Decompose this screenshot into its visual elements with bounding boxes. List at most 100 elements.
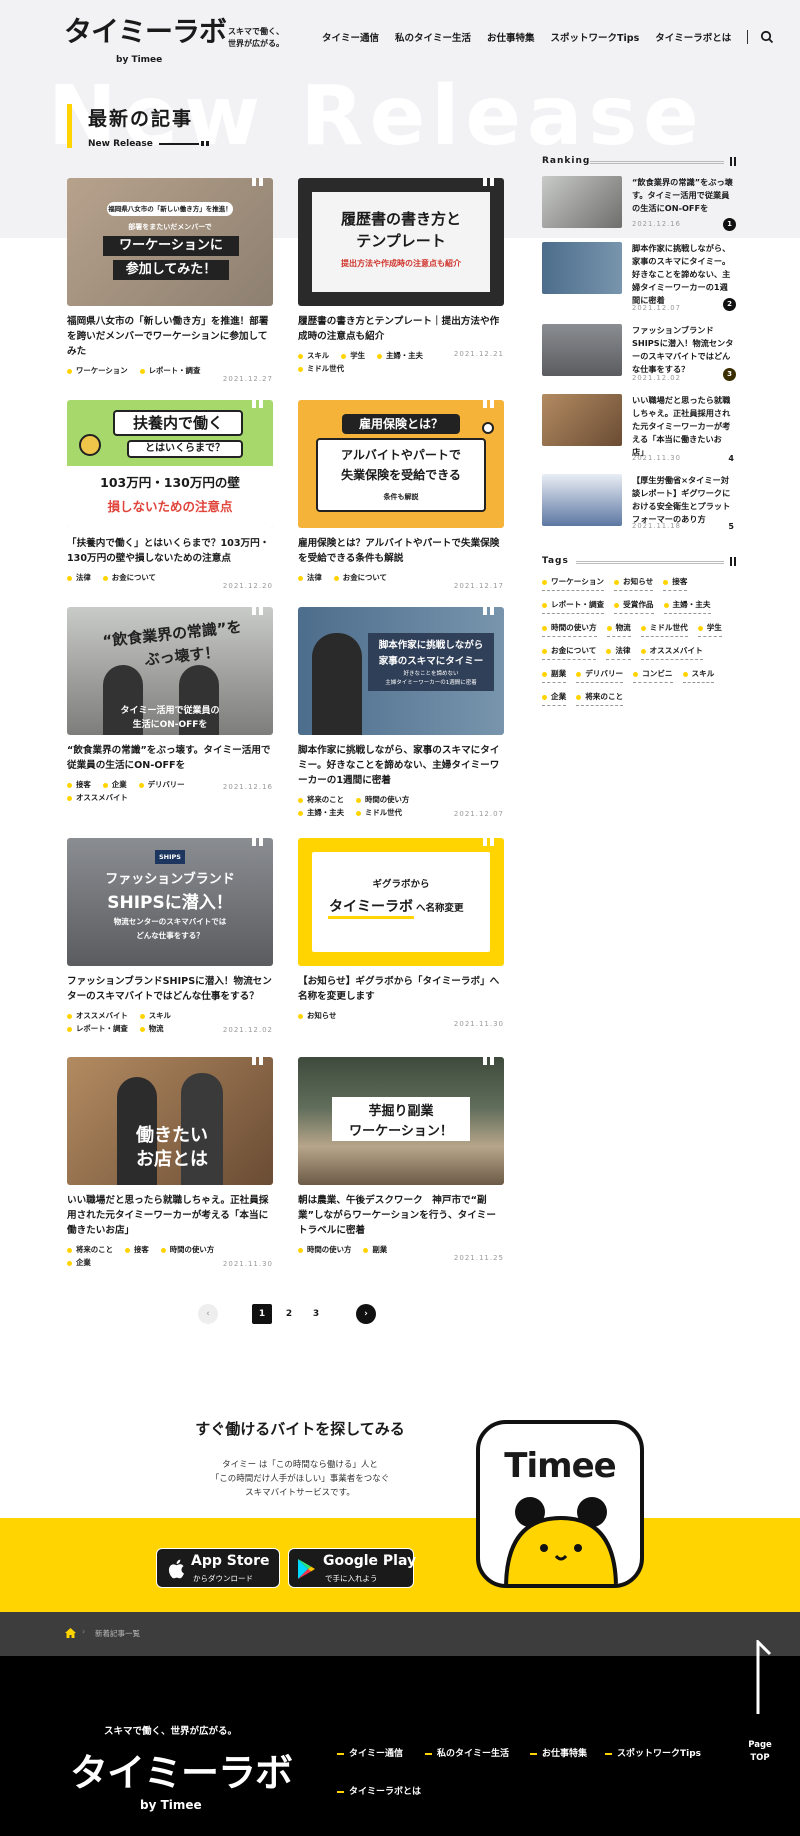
ranking-title[interactable]: “飲食業界の常識”をぶっ壊す。タイミー活用で従業員の生活にON-OFFを	[632, 176, 734, 215]
tag-link[interactable]: 副業	[542, 668, 567, 683]
nav-item-my-timee-life[interactable]: 私のタイミー生活	[395, 30, 471, 44]
nav-item-job-features[interactable]: お仕事特集	[487, 30, 535, 44]
article-card[interactable]: ギグラボから タイミーラボ へ名称変更 【お知らせ】ギグラボから「タイミーラボ」…	[298, 838, 504, 1028]
page-link-current[interactable]: 1	[252, 1304, 272, 1324]
article-tag[interactable]: レポート・調査	[67, 1023, 128, 1034]
article-card[interactable]: 福岡県八女市の「新しい働き方」を推進！ 部署をまたいだメンバーで ワーケーション…	[67, 178, 273, 383]
article-tag[interactable]: お知らせ	[298, 1010, 336, 1021]
nav-item-spotwork-tips[interactable]: スポットワークTips	[551, 30, 640, 44]
article-card[interactable]: 履歴書の書き方と テンプレート 提出方法や作成時の注意点も紹介 履歴書の書き方と…	[298, 178, 504, 374]
ranking-title[interactable]: 【厚生労働省×タイミー対談レポート】ギグワークにおける安全衛生とプラットフォーマ…	[632, 474, 734, 526]
tag-link[interactable]: スキル	[682, 668, 715, 683]
article-thumbnail[interactable]: “飲食業界の常識”を ぶっ壊す！ タイミー活用で従業員の 生活にON-OFFを	[67, 607, 273, 735]
app-store-button[interactable]: App Store からダウンロード	[156, 1548, 280, 1588]
article-tag[interactable]: オススメバイト	[67, 792, 128, 803]
article-tag[interactable]: スキル	[140, 1010, 171, 1021]
article-tag[interactable]: 主婦・主夫	[298, 807, 344, 818]
article-tag[interactable]: 将来のこと	[298, 794, 344, 805]
footer-link-my-timee-life[interactable]: 私のタイミー生活	[425, 1746, 509, 1759]
tag-link[interactable]: オススメバイト	[640, 645, 703, 660]
ranking-item[interactable]: いい職場だと思ったら就職しちゃえ。正社員採用された元タイミーワーカーが考える「本…	[542, 394, 736, 463]
tag-link[interactable]: お金について	[542, 645, 597, 660]
footer-link-job-features[interactable]: お仕事特集	[530, 1746, 587, 1759]
article-title[interactable]: ファッションブランドSHIPSに潜入！物流センターのスキマバイトではどんな仕事を…	[67, 974, 273, 1004]
article-thumbnail[interactable]: 脚本作家に挑戦しながら 家事のスキマにタイミー 好きなことを諦めない 主婦タイミ…	[298, 607, 504, 735]
article-tag[interactable]: ワーケーション	[67, 365, 128, 376]
article-tag[interactable]: 接客	[67, 779, 91, 790]
tag-link[interactable]: コンビニ	[633, 668, 673, 683]
tag-link[interactable]: デリバリー	[576, 668, 624, 683]
article-tag[interactable]: ミドル世代	[356, 807, 402, 818]
search-icon[interactable]	[760, 30, 774, 44]
tag-link[interactable]: ワーケーション	[542, 576, 605, 591]
article-tag[interactable]: ミドル世代	[298, 363, 344, 374]
article-tag[interactable]: スキル	[298, 350, 329, 361]
article-thumbnail[interactable]: ギグラボから タイミーラボ へ名称変更	[298, 838, 504, 966]
tag-link[interactable]: 学生	[697, 622, 722, 637]
tag-link[interactable]: 受賞作品	[614, 599, 654, 614]
ranking-thumbnail[interactable]	[542, 394, 622, 446]
footer-logo[interactable]: タイミーラボ	[70, 1742, 293, 1797]
ranking-item[interactable]: 【厚生労働省×タイミー対談レポート】ギグワークにおける安全衛生とプラットフォーマ…	[542, 474, 736, 531]
tag-link[interactable]: レポート・調査	[542, 599, 605, 614]
article-tag[interactable]: 法律	[298, 572, 322, 583]
next-page-chevron-icon[interactable]: ›	[356, 1304, 376, 1324]
google-play-button[interactable]: Google Play で手に入れよう	[288, 1548, 416, 1588]
article-thumbnail[interactable]: 福岡県八女市の「新しい働き方」を推進！ 部署をまたいだメンバーで ワーケーション…	[67, 178, 273, 306]
home-icon[interactable]	[65, 1628, 76, 1638]
ranking-title[interactable]: 脚本作家に挑戦しながら、家事のスキマにタイミー。好きなことを諦めない、主婦タイミ…	[632, 242, 734, 307]
tag-link[interactable]: 将来のこと	[576, 691, 624, 706]
ranking-item[interactable]: “飲食業界の常識”をぶっ壊す。タイミー活用で従業員の生活にON-OFFを 202…	[542, 176, 736, 232]
footer-link-timee-tsushin[interactable]: タイミー通信	[337, 1746, 403, 1759]
footer-link-about[interactable]: タイミーラボとは	[337, 1784, 421, 1797]
page-link[interactable]: 2	[279, 1304, 299, 1324]
article-thumbnail[interactable]: 扶養内で働く とはいくらまで？ 103万円・130万円の壁 損しないための注意点	[67, 400, 273, 528]
article-thumbnail[interactable]: 雇用保険とは？ アルバイトやパートで 失業保険を受給できる 条件も解説	[298, 400, 504, 528]
nav-item-timee-tsushin[interactable]: タイミー通信	[322, 30, 379, 44]
tag-link[interactable]: 主婦・主夫	[663, 599, 711, 614]
article-tag[interactable]: お金について	[334, 572, 387, 583]
site-logo[interactable]: タイミーラボ	[64, 16, 227, 48]
article-tag[interactable]: デリバリー	[139, 779, 185, 790]
article-tag[interactable]: 企業	[67, 1257, 91, 1268]
article-title[interactable]: 「扶養内で働く」とはいくらまで？103万円・130万円の壁や損しないための注意点	[67, 536, 273, 566]
ranking-title[interactable]: ファッションブランドSHIPSに潜入！物流センターのスキマバイトではどんな仕事を…	[632, 324, 734, 376]
footer-link-spotwork-tips[interactable]: スポットワークTips	[605, 1746, 701, 1759]
tag-link[interactable]: 企業	[542, 691, 567, 706]
ranking-title[interactable]: いい職場だと思ったら就職しちゃえ。正社員採用された元タイミーワーカーが考える「本…	[632, 394, 734, 459]
article-tag[interactable]: レポート・調査	[140, 365, 201, 376]
article-tag[interactable]: 時間の使い方	[161, 1244, 214, 1255]
article-thumbnail[interactable]: SHIPS ファッションブランド SHIPSに潜入！ 物流センターのスキマバイト…	[67, 838, 273, 966]
article-title[interactable]: 朝は農業、午後デスクワーク 神戸市で“副業”しながらワーケーションを行う、タイミ…	[298, 1193, 504, 1238]
ranking-item[interactable]: ファッションブランドSHIPSに潜入！物流センターのスキマバイトではどんな仕事を…	[542, 324, 736, 382]
article-card[interactable]: 雇用保険とは？ アルバイトやパートで 失業保険を受給できる 条件も解説 雇用保険…	[298, 400, 504, 590]
article-title[interactable]: “飲食業界の常識”をぶっ壊す。タイミー活用で従業員の生活にON-OFFを	[67, 743, 273, 773]
article-card[interactable]: SHIPS ファッションブランド SHIPSに潜入！ 物流センターのスキマバイト…	[67, 838, 273, 1034]
article-card[interactable]: 働きたい お店とは いい職場だと思ったら就職しちゃえ。正社員採用された元タイミー…	[67, 1057, 273, 1268]
nav-item-about[interactable]: タイミーラボとは	[655, 30, 731, 44]
article-title[interactable]: 福岡県八女市の「新しい働き方」を推進！部署を跨いだメンバーでワーケーションに参加…	[67, 314, 273, 359]
prev-page-chevron-icon[interactable]: ‹	[198, 1304, 218, 1324]
ranking-thumbnail[interactable]	[542, 242, 622, 294]
tag-link[interactable]: ミドル世代	[640, 622, 688, 637]
ranking-thumbnail[interactable]	[542, 474, 622, 526]
article-title[interactable]: 履歴書の書き方とテンプレート｜提出方法や作成時の注意点も紹介	[298, 314, 504, 344]
article-tag[interactable]: お金について	[103, 572, 156, 583]
article-tag[interactable]: 物流	[140, 1023, 164, 1034]
article-card[interactable]: 脚本作家に挑戦しながら 家事のスキマにタイミー 好きなことを諦めない 主婦タイミ…	[298, 607, 504, 818]
article-tag[interactable]: 接客	[125, 1244, 149, 1255]
tag-link[interactable]: お知らせ	[614, 576, 654, 591]
article-tag[interactable]: 企業	[103, 779, 127, 790]
article-thumbnail[interactable]: 芋掘り副業 ワーケーション！	[298, 1057, 504, 1185]
article-tag[interactable]: 学生	[341, 350, 365, 361]
article-title[interactable]: いい職場だと思ったら就職しちゃえ。正社員採用された元タイミーワーカーが考える「本…	[67, 1193, 273, 1238]
tag-link[interactable]: 物流	[606, 622, 631, 637]
ranking-thumbnail[interactable]	[542, 176, 622, 228]
tag-link[interactable]: 接客	[663, 576, 688, 591]
article-tag[interactable]: オススメバイト	[67, 1010, 128, 1021]
article-tag[interactable]: 時間の使い方	[356, 794, 409, 805]
article-card[interactable]: 芋掘り副業 ワーケーション！ 朝は農業、午後デスクワーク 神戸市で“副業”しなが…	[298, 1057, 504, 1262]
ranking-item[interactable]: 脚本作家に挑戦しながら、家事のスキマにタイミー。好きなことを諦めない、主婦タイミ…	[542, 242, 736, 312]
page-top-button[interactable]: Page TOP	[740, 1640, 780, 1776]
tag-link[interactable]: 時間の使い方	[542, 622, 597, 637]
